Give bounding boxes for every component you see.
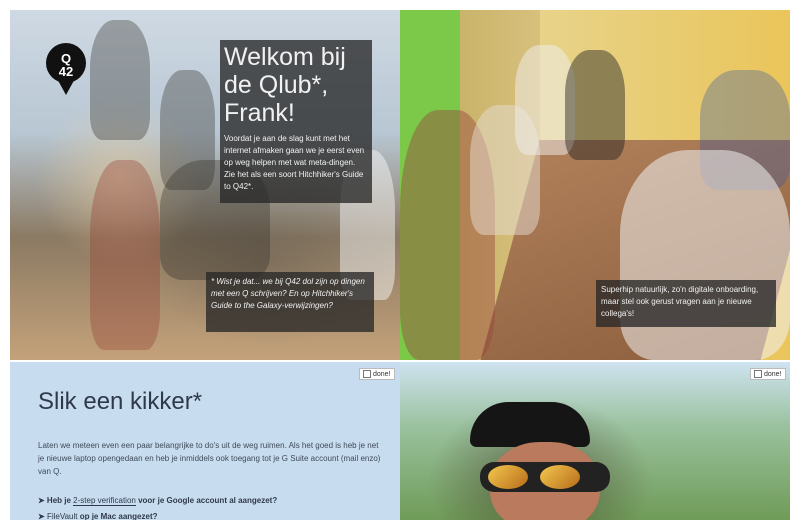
fun-fact-panel: * Wist je dat... we bij Q42 dol zijn op … <box>206 272 374 332</box>
checkbox-icon[interactable] <box>363 370 371 378</box>
done-label: done! <box>764 370 782 378</box>
welcome-title: Welkom bij de Qlub*, Frank! <box>224 43 346 127</box>
todo-suffix: op je Mac aangezet? <box>77 512 158 520</box>
photo-person <box>90 20 150 140</box>
welcome-body: Voordat je aan de slag kunt met het inte… <box>224 134 365 191</box>
photo-goggles <box>480 462 610 492</box>
filevault-link[interactable]: FileVault <box>46 512 78 520</box>
goggles-photo: done! <box>400 362 790 520</box>
fun-fact-text: * Wist je dat... we bij Q42 dol zijn op … <box>211 277 365 310</box>
frog-task-card: done! Slik een kikker* Laten we meteen e… <box>10 362 400 520</box>
done-checkbox[interactable]: done! <box>750 368 786 380</box>
photo-person <box>565 50 625 160</box>
ask-colleagues-panel: Superhip natuurlijk, zo'n digitale onboa… <box>596 280 776 327</box>
todo-item: ➤ FileVault op je Mac aangezet? <box>38 512 158 520</box>
todo-prefix: ➤ Heb je <box>38 496 74 505</box>
photo-person <box>620 150 790 360</box>
onboarding-grid: Q 42 Welkom bij de Qlub*, Frank! Voordat… <box>10 10 790 520</box>
photo-cap <box>470 402 590 447</box>
q42-logo-text: Q 42 <box>46 52 86 78</box>
card-intro: Laten we meteen even een paar belangrijk… <box>38 441 381 476</box>
done-checkbox[interactable]: done! <box>359 368 395 380</box>
photo-lens <box>488 465 528 489</box>
todo-item: ➤ Heb je 2-step verification voor je Goo… <box>38 496 278 506</box>
photo-lens <box>540 465 580 489</box>
logo-line2: 42 <box>58 64 74 79</box>
photo-person <box>90 160 160 350</box>
welcome-panel: Welkom bij de Qlub*, Frank! Voordat je a… <box>220 40 372 203</box>
done-label: done! <box>373 370 391 378</box>
checkbox-icon[interactable] <box>754 370 762 378</box>
two-step-link[interactable]: 2-step verification <box>73 496 136 506</box>
card-title: Slik een kikker* <box>38 388 203 415</box>
todo-suffix: voor je Google account al aangezet? <box>135 496 278 505</box>
ask-colleagues-text: Superhip natuurlijk, zo'n digitale onboa… <box>601 285 759 318</box>
todo-prefix: ➤ <box>38 512 47 520</box>
